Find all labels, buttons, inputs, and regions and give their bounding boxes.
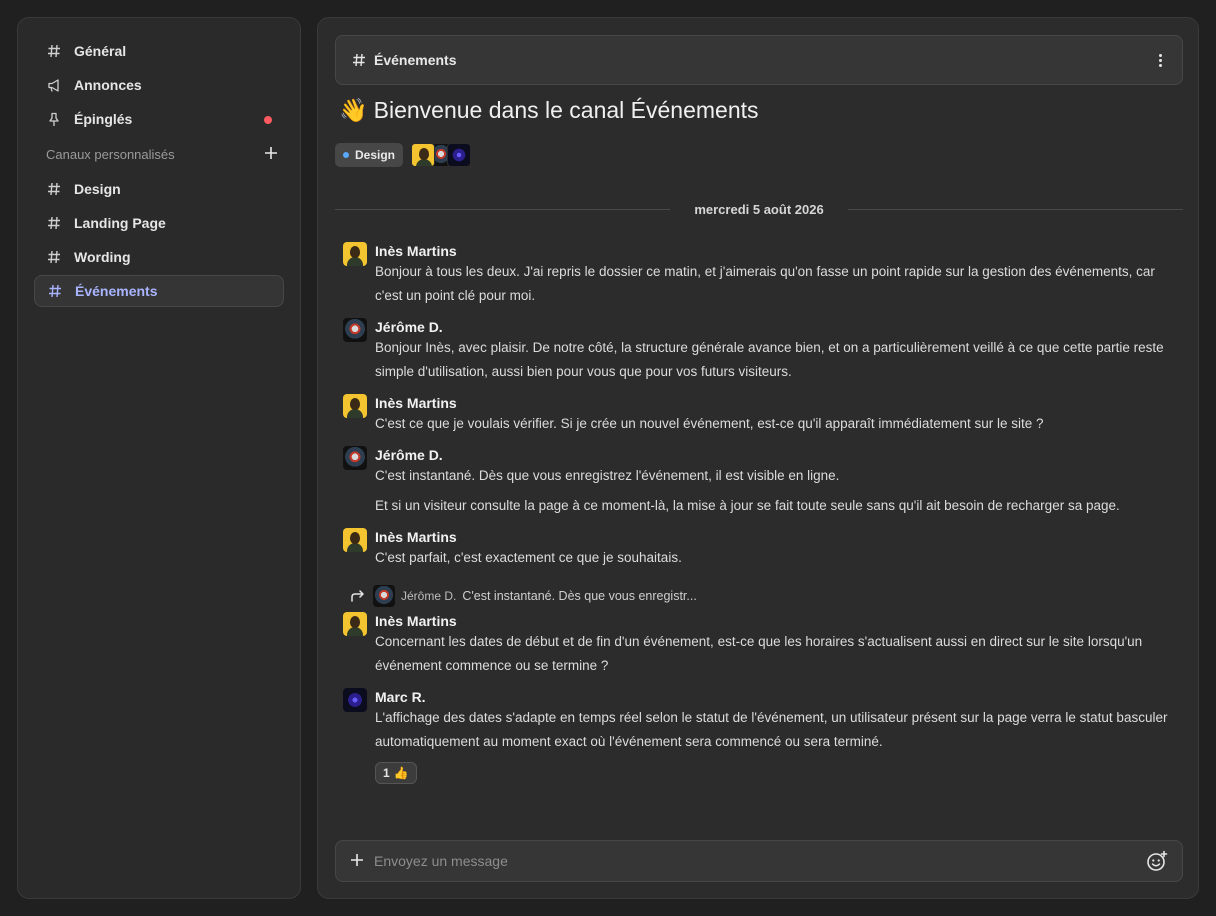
message-author[interactable]: Marc R. — [375, 688, 1183, 706]
reaction-chip[interactable]: 1 👍 — [375, 762, 417, 784]
reaction-count: 1 — [383, 766, 390, 780]
hash-icon — [46, 249, 62, 265]
message-item: Marc R. L'affichage des dates s'adapte e… — [343, 688, 1183, 784]
hash-icon — [46, 181, 62, 197]
message-input[interactable] — [374, 853, 1146, 869]
reply-arrow-icon — [351, 590, 367, 602]
sidebar-item-design[interactable]: Design — [34, 173, 284, 205]
plus-icon — [351, 854, 363, 866]
welcome-text: Bienvenue dans le canal Événements — [373, 97, 759, 123]
message-author[interactable]: Inès Martins — [375, 612, 1183, 630]
message-author[interactable]: Jérôme D. — [375, 446, 1183, 464]
hash-icon — [352, 53, 366, 67]
sidebar-item-label: Annonces — [74, 77, 142, 93]
message-item: Inès Martins Bonjour à tous les deux. J'… — [343, 242, 1183, 308]
avatar[interactable] — [343, 528, 367, 552]
date-label: mercredi 5 août 2026 — [694, 201, 824, 217]
message-item: Inès Martins C'est ce que je voulais vér… — [343, 394, 1183, 436]
message-composer — [335, 840, 1183, 882]
date-divider: mercredi 5 août 2026 — [335, 200, 1184, 218]
megaphone-icon — [46, 77, 62, 93]
sidebar-item-label: Épinglés — [74, 111, 133, 127]
avatar[interactable] — [343, 446, 367, 470]
section-label: Canaux personnalisés — [46, 146, 175, 162]
sidebar-item-epingles[interactable]: Épinglés — [34, 103, 284, 135]
attach-button[interactable] — [350, 851, 364, 871]
avatar[interactable] — [343, 242, 367, 266]
pin-icon — [46, 111, 62, 127]
sidebar-item-landing-page[interactable]: Landing Page — [34, 207, 284, 239]
message-author[interactable]: Inès Martins — [375, 242, 1183, 260]
plus-icon — [265, 147, 277, 159]
wave-emoji: 👋 — [339, 97, 368, 123]
unread-badge — [264, 116, 272, 124]
message-text: C'est parfait, c'est exactement ce que j… — [375, 550, 682, 565]
sidebar-item-evenements[interactable]: Événements — [34, 275, 284, 307]
tag-label: Design — [355, 148, 396, 162]
channel-header: Événements — [335, 35, 1183, 85]
sidebar: Général Annonces Épinglés Canaux personn… — [17, 17, 301, 899]
message-text: Et si un visiteur consulte la page à ce … — [375, 498, 1120, 513]
sidebar-item-annonces[interactable]: Annonces — [34, 69, 284, 101]
channel-title: Événements — [374, 52, 457, 68]
message-text: L'affichage des dates s'adapte en temps … — [375, 710, 1168, 749]
sidebar-item-label: Landing Page — [74, 215, 166, 231]
message-item: Inès Martins C'est parfait, c'est exacte… — [343, 528, 1183, 570]
sidebar-item-general[interactable]: Général — [34, 35, 284, 67]
hash-icon — [46, 43, 62, 59]
avatar[interactable] — [343, 318, 367, 342]
emoji-picker-icon[interactable] — [1146, 850, 1168, 872]
member-avatars[interactable] — [411, 143, 472, 167]
channel-meta: Design — [335, 143, 472, 167]
message-item: Jérôme D. Bonjour Inès, avec plaisir. De… — [343, 318, 1183, 384]
reply-snippet: C'est instantané. Dès que vous enregistr… — [462, 589, 697, 603]
thumbs-up-icon: 👍 — [393, 766, 409, 780]
hash-icon — [47, 283, 63, 299]
message-text: Bonjour à tous les deux. J'ai repris le … — [375, 264, 1155, 303]
channel-tag[interactable]: Design — [335, 143, 404, 167]
message-item: Inès Martins Concernant les dates de déb… — [343, 612, 1183, 678]
message-text: C'est instantané. Dès que vous enregistr… — [375, 468, 840, 483]
avatar[interactable] — [343, 688, 367, 712]
hash-icon — [46, 215, 62, 231]
avatar — [411, 143, 436, 167]
tag-dot — [343, 152, 349, 158]
reply-author: Jérôme D. — [401, 589, 457, 603]
reply-preview[interactable]: Jérôme D. C'est instantané. Dès que vous… — [343, 584, 1183, 608]
message-text: C'est ce que je voulais vérifier. Si je … — [375, 416, 1044, 431]
sidebar-item-label: Général — [74, 43, 127, 59]
sidebar-item-label: Wording — [74, 249, 131, 265]
message-list: Inès Martins Bonjour à tous les deux. J'… — [343, 242, 1183, 784]
avatar[interactable] — [343, 394, 367, 418]
message-item: Jérôme D. C'est instantané. Dès que vous… — [343, 446, 1183, 518]
channel-panel: Événements 👋 Bienvenue dans le canal Évén… — [317, 17, 1199, 899]
more-options-icon[interactable] — [1155, 50, 1166, 71]
message-author[interactable]: Inès Martins — [375, 394, 1183, 412]
sidebar-item-label: Design — [74, 181, 121, 197]
channel-welcome: 👋 Bienvenue dans le canal Événements — [339, 97, 759, 124]
avatar — [447, 143, 472, 167]
add-channel-button[interactable] — [264, 145, 278, 163]
sidebar-item-label: Événements — [75, 283, 158, 299]
message-text: Concernant les dates de début et de fin … — [375, 634, 1143, 673]
custom-channels-header: Canaux personnalisés — [34, 137, 284, 171]
message-author[interactable]: Jérôme D. — [375, 318, 1183, 336]
message-text: Bonjour Inès, avec plaisir. De notre côt… — [375, 340, 1164, 379]
avatar — [373, 585, 395, 607]
avatar[interactable] — [343, 612, 367, 636]
sidebar-item-wording[interactable]: Wording — [34, 241, 284, 273]
message-author[interactable]: Inès Martins — [375, 528, 1183, 546]
